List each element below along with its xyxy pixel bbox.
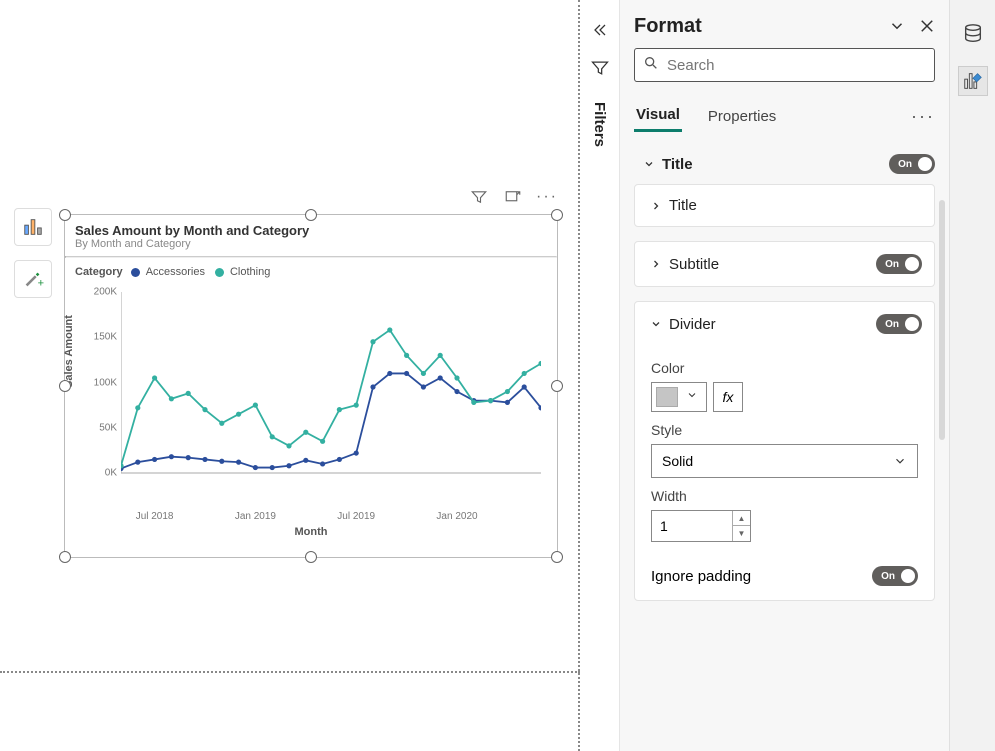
format-pane-title: Format <box>634 15 879 38</box>
y-tick: 0K <box>89 468 117 479</box>
resize-handle[interactable] <box>305 209 317 221</box>
x-tick: Jan 2019 <box>235 511 276 522</box>
search-input[interactable] <box>667 57 926 74</box>
resize-handle[interactable] <box>59 380 71 392</box>
report-canvas[interactable]: + ··· Sales Amount by Month and Category… <box>0 0 580 751</box>
y-tick: 50K <box>89 422 117 433</box>
card-subtitle-label: Subtitle <box>669 256 876 273</box>
tab-properties[interactable]: Properties <box>706 102 778 131</box>
x-axis-label: Month <box>295 526 328 538</box>
resize-handle[interactable] <box>59 209 71 221</box>
x-tick: Jul 2018 <box>136 511 174 522</box>
step-down-icon[interactable]: ▼ <box>733 526 750 541</box>
format-pane: Format Visual Properties ··· Title On Ti… <box>620 0 949 751</box>
collapse-chevron-icon[interactable] <box>588 18 612 42</box>
filter-icon[interactable] <box>469 187 489 207</box>
legend-marker-clothing <box>215 268 224 277</box>
width-value: 1 <box>652 518 732 534</box>
chart-legend: Category Accessories Clothing <box>65 258 557 282</box>
search-icon <box>643 55 659 76</box>
style-select[interactable]: Solid <box>651 444 918 478</box>
step-up-icon[interactable]: ▲ <box>733 511 750 526</box>
card-title-label: Title <box>669 197 922 214</box>
chevron-down-icon <box>893 454 907 468</box>
chart-visual[interactable]: ··· Sales Amount by Month and Category B… <box>64 214 558 558</box>
chart-subtitle: By Month and Category <box>65 238 557 256</box>
chevron-down-icon[interactable] <box>885 14 909 38</box>
color-picker[interactable] <box>651 382 707 412</box>
resize-handle[interactable] <box>59 551 71 563</box>
legend-item: Clothing <box>230 266 270 278</box>
visualizations-tool-button[interactable] <box>14 208 52 246</box>
resize-handle[interactable] <box>551 551 563 563</box>
chevron-down-icon <box>640 158 658 170</box>
more-options-icon[interactable]: ··· <box>537 187 557 207</box>
x-tick: Jul 2019 <box>337 511 375 522</box>
x-tick: Jan 2020 <box>436 511 477 522</box>
filter-funnel-icon[interactable] <box>588 56 612 80</box>
section-title-header[interactable]: Title On <box>634 144 949 184</box>
legend-item: Accessories <box>146 266 205 278</box>
card-subtitle-header[interactable]: Subtitle On <box>635 242 934 286</box>
chevron-down-icon <box>647 318 665 330</box>
y-tick: 200K <box>89 287 117 298</box>
resize-handle[interactable] <box>551 380 563 392</box>
filters-pane-collapsed[interactable]: Filters <box>580 0 620 751</box>
tab-visual[interactable]: Visual <box>634 100 682 132</box>
card-title-header[interactable]: Title <box>635 185 934 226</box>
legend-label: Category <box>75 266 123 278</box>
style-select-value: Solid <box>662 453 693 469</box>
card-subtitle: Subtitle On <box>634 241 935 287</box>
search-input-container[interactable] <box>634 48 935 82</box>
y-axis-label: Sales Amount <box>63 315 75 388</box>
resize-handle[interactable] <box>305 551 317 563</box>
line-chart-svg <box>121 286 541 501</box>
y-tick: 150K <box>89 332 117 343</box>
chevron-down-icon <box>678 388 706 406</box>
legend-marker-accessories <box>131 268 140 277</box>
subtitle-toggle[interactable]: On <box>876 254 922 274</box>
y-tick: 100K <box>89 377 117 388</box>
width-field-label: Width <box>651 488 918 504</box>
color-field-label: Color <box>651 360 918 376</box>
scrollbar[interactable] <box>939 200 945 440</box>
canvas-bottom-divider <box>0 671 580 673</box>
format-tool-button[interactable]: + <box>14 260 52 298</box>
style-field-label: Style <box>651 422 918 438</box>
data-pane-icon[interactable] <box>958 18 988 48</box>
card-inner-title: Title <box>634 184 935 227</box>
resize-handle[interactable] <box>551 209 563 221</box>
title-toggle[interactable]: On <box>889 154 935 174</box>
focus-mode-icon[interactable] <box>503 187 523 207</box>
fx-button[interactable]: fx <box>713 382 743 412</box>
format-pane-icon[interactable] <box>958 66 988 96</box>
chevron-right-icon <box>647 258 665 270</box>
right-tool-rail <box>949 0 995 751</box>
svg-text:+: + <box>38 277 44 289</box>
ignore-padding-toggle[interactable]: On <box>872 566 918 586</box>
color-swatch-preview <box>656 387 678 407</box>
chart-plot-area: Sales Amount Month 0K50K100K150K200K Jul… <box>65 282 557 534</box>
card-divider: Divider On Color fx Style Solid Width 1 <box>634 301 935 601</box>
divider-toggle[interactable]: On <box>876 314 922 334</box>
card-divider-header[interactable]: Divider On <box>635 302 934 346</box>
card-divider-label: Divider <box>669 316 876 333</box>
filters-label: Filters <box>591 102 608 147</box>
section-title-label: Title <box>662 156 889 173</box>
tab-more-icon[interactable]: ··· <box>911 106 935 127</box>
ignore-padding-label: Ignore padding <box>651 568 872 585</box>
chevron-right-icon <box>647 200 665 212</box>
width-stepper[interactable]: 1 ▲ ▼ <box>651 510 751 542</box>
close-icon[interactable] <box>915 14 939 38</box>
